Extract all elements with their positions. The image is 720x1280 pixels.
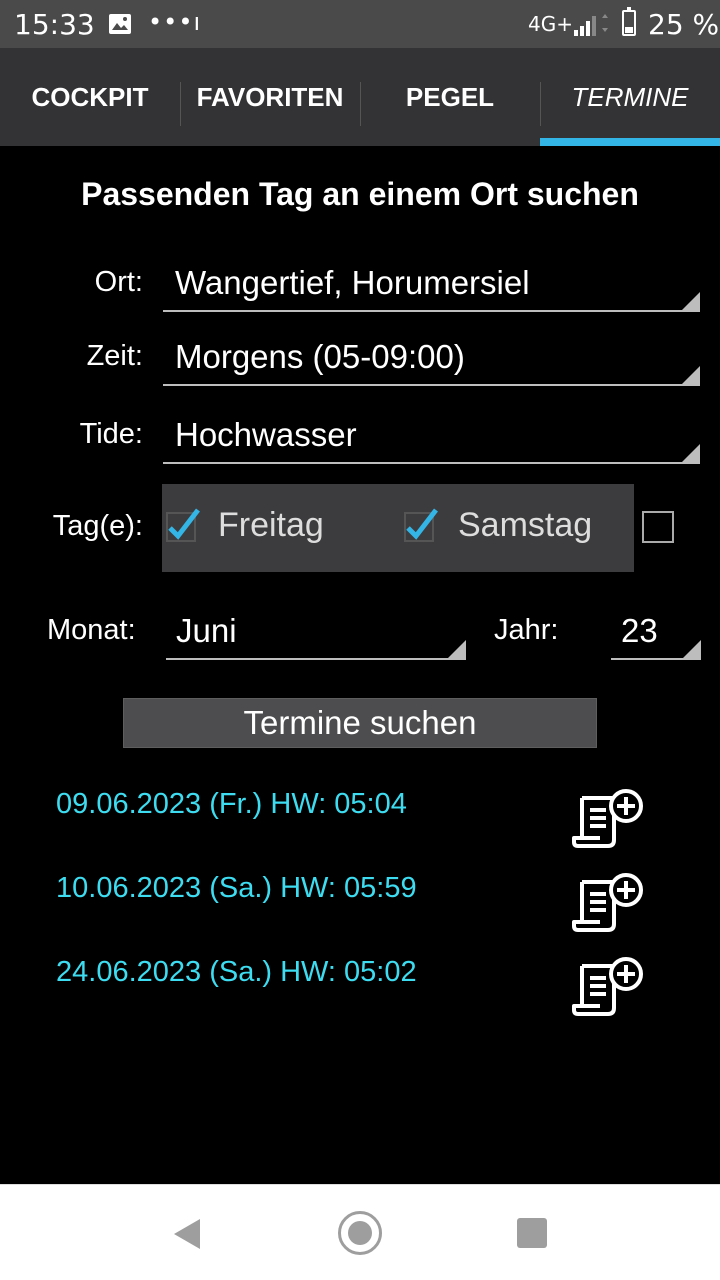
network-type: 4G+ — [528, 12, 573, 36]
samstag-label[interactable]: Samstag — [458, 506, 592, 545]
tide-label: Tide: — [79, 418, 143, 450]
image-notification-icon — [108, 13, 132, 39]
freitag-checkbox[interactable] — [166, 508, 200, 542]
jahr-dropdown[interactable]: 23 — [611, 610, 701, 660]
home-icon[interactable] — [338, 1211, 382, 1255]
recent-apps-icon[interactable] — [517, 1218, 547, 1248]
jahr-label: Jahr: — [494, 614, 559, 646]
dropdown-arrow-icon — [682, 444, 700, 462]
status-bar: 15:33 •••ı 4G+ 25 % — [0, 0, 720, 48]
add-to-calendar-icon[interactable] — [570, 788, 650, 852]
dropdown-arrow-icon — [682, 292, 700, 310]
tab-termine[interactable]: TERMINE — [540, 48, 720, 146]
zeit-label: Zeit: — [86, 340, 143, 372]
add-to-calendar-icon[interactable] — [570, 872, 650, 936]
ort-value: Wangertief, Horumersiel — [175, 264, 530, 301]
days-checkbox-strip[interactable]: Freitag Samstag — [162, 484, 720, 572]
samstag-checkbox[interactable] — [404, 508, 438, 542]
status-time: 15:33 — [14, 8, 95, 41]
add-to-calendar-icon[interactable] — [570, 956, 650, 1020]
tide-dropdown[interactable]: Hochwasser — [163, 414, 700, 464]
back-icon[interactable] — [172, 1217, 202, 1255]
dropdown-arrow-icon — [448, 640, 466, 658]
result-item[interactable]: 09.06.2023 (Fr.) HW: 05:04 — [56, 788, 407, 821]
battery-icon — [622, 7, 636, 36]
monat-dropdown[interactable]: Juni — [166, 610, 466, 660]
tide-value: Hochwasser — [175, 416, 357, 453]
zeit-value: Morgens (05-09:00) — [175, 338, 465, 375]
battery-percent: 25 % — [648, 8, 720, 41]
signal-icon — [574, 12, 610, 40]
ort-dropdown[interactable]: Wangertief, Horumersiel — [163, 262, 700, 312]
dropdown-arrow-icon — [682, 366, 700, 384]
search-dates-button[interactable]: Termine suchen — [123, 698, 597, 748]
monat-label: Monat: — [47, 614, 136, 646]
next-day-checkbox[interactable] — [642, 511, 674, 543]
tab-bar: COCKPIT FAVORITEN PEGEL TERMINE — [0, 48, 720, 146]
freitag-label[interactable]: Freitag — [218, 506, 324, 545]
ort-label: Ort: — [94, 266, 143, 298]
tage-label: Tag(e): — [52, 510, 143, 542]
jahr-value: 23 — [621, 612, 658, 649]
result-item[interactable]: 24.06.2023 (Sa.) HW: 05:02 — [56, 956, 417, 989]
navigation-bar — [0, 1184, 720, 1280]
tab-pegel[interactable]: PEGEL — [360, 48, 540, 146]
tab-favoriten[interactable]: FAVORITEN — [180, 48, 360, 146]
result-item[interactable]: 10.06.2023 (Sa.) HW: 05:59 — [56, 872, 417, 905]
zeit-dropdown[interactable]: Morgens (05-09:00) — [163, 336, 700, 386]
more-notifications-icon: •••ı — [148, 8, 202, 36]
dropdown-arrow-icon — [683, 640, 701, 658]
page-title: Passenden Tag an einem Ort suchen — [81, 176, 639, 212]
monat-value: Juni — [176, 612, 237, 649]
active-tab-indicator — [540, 138, 720, 146]
tab-cockpit[interactable]: COCKPIT — [0, 48, 180, 146]
